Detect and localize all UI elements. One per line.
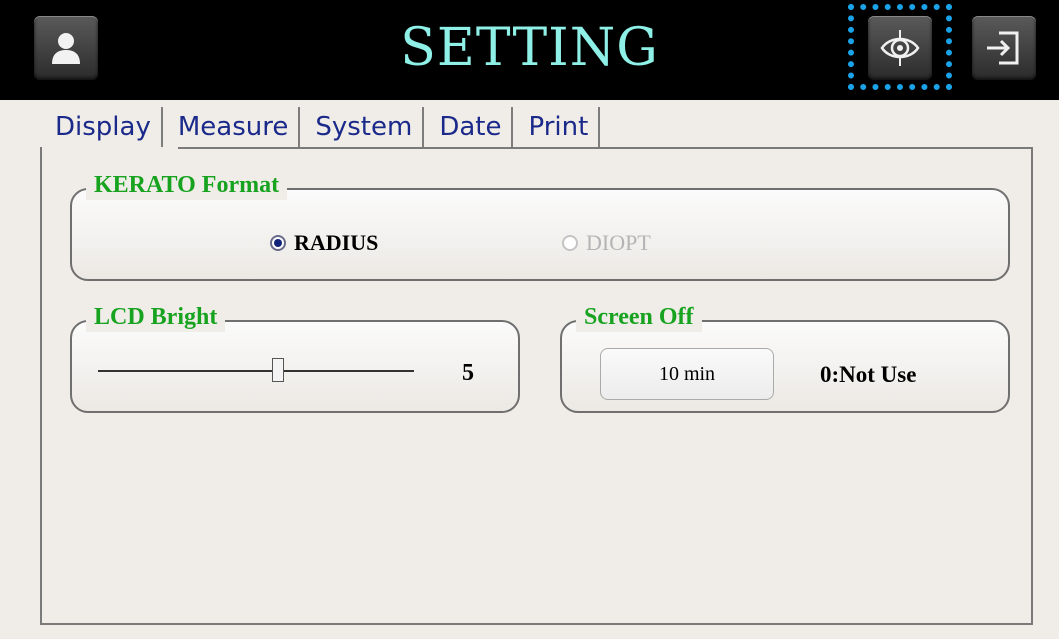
radius-radio[interactable]: RADIUS	[270, 230, 378, 256]
lcd-bright-title: LCD Bright	[86, 302, 226, 332]
radius-label: RADIUS	[294, 230, 379, 255]
exit-icon	[987, 31, 1019, 65]
kerato-format-title: KERATO Format	[86, 170, 288, 200]
brightness-value: 5	[462, 360, 474, 386]
brightness-slider-thumb[interactable]	[272, 358, 284, 382]
exit-button[interactable]	[972, 16, 1036, 80]
tab-date[interactable]: Date	[424, 107, 514, 147]
tab-print[interactable]: Print	[513, 107, 601, 147]
radio-unselected-icon	[562, 235, 578, 251]
kerato-format-group: KERATO Format RADIUS DIOPT	[70, 170, 1010, 281]
user-button[interactable]	[34, 16, 98, 80]
tab-system[interactable]: System	[300, 107, 425, 147]
tab-measure[interactable]: Measure	[163, 107, 301, 147]
radio-selected-icon	[270, 235, 286, 251]
tab-bar: Display Measure System Date Print	[40, 107, 601, 147]
tab-display[interactable]: Display	[40, 107, 163, 147]
diopt-label: DIOPT	[586, 230, 651, 255]
screen-off-title: Screen Off	[576, 302, 702, 332]
lcd-bright-group: LCD Bright 5	[70, 302, 520, 413]
screen-off-group: Screen Off 10 min 0:Not Use	[560, 302, 1010, 413]
diopt-radio[interactable]: DIOPT	[562, 230, 651, 256]
eye-button-highlight	[848, 4, 952, 90]
user-icon	[52, 33, 80, 64]
screen-off-note: 0:Not Use	[820, 362, 917, 387]
screen-off-time-button[interactable]: 10 min	[600, 348, 774, 400]
brightness-slider-track[interactable]	[98, 370, 414, 372]
